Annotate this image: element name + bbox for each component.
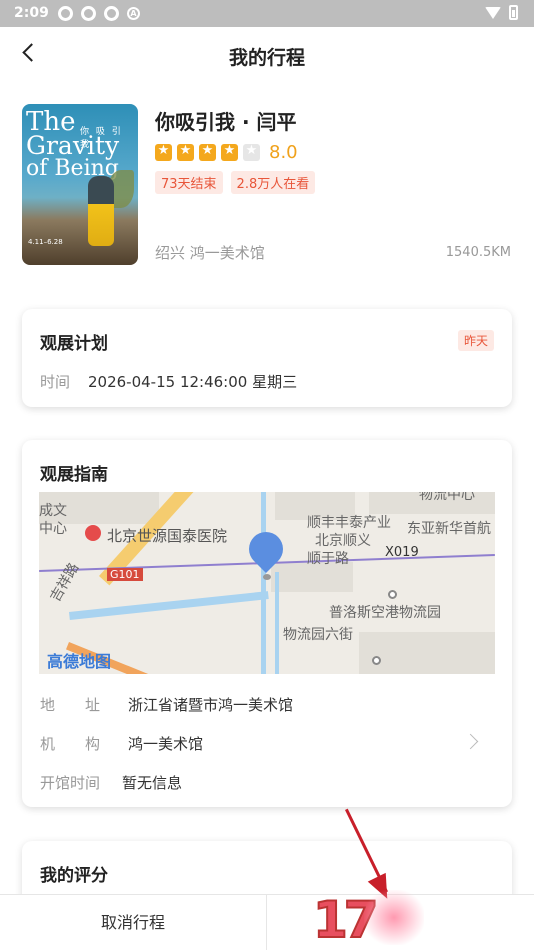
map-label: 成文 bbox=[39, 503, 67, 519]
bottom-divider bbox=[266, 895, 267, 950]
days-left-tag: 73天结束 bbox=[155, 171, 223, 194]
notification-icon bbox=[81, 6, 96, 21]
rating-score: 8.0 bbox=[269, 142, 298, 163]
map-view[interactable]: 成文 中心 北京世源国泰医院 顺丰丰泰产业 北京顺义 顺于路 东亚新华首航 物流… bbox=[39, 492, 495, 674]
org-value[interactable]: 鸿一美术馆 bbox=[128, 733, 203, 754]
plan-card: 观展计划 昨天 时间 2026-04-15 12:46:00 星期三 bbox=[22, 309, 512, 407]
map-river bbox=[275, 572, 279, 674]
my-rating-title: 我的评分 bbox=[40, 866, 108, 886]
map-label: 北京世源国泰医院 bbox=[107, 527, 228, 545]
guide-title: 观展指南 bbox=[40, 465, 108, 485]
plan-time-value: 2026-04-15 12:46:00 星期三 bbox=[88, 373, 298, 391]
map-label: 北京顺义 bbox=[315, 533, 371, 549]
poster-title-line2: Gravity bbox=[26, 131, 120, 160]
map-river bbox=[69, 591, 269, 620]
star-filled-icon bbox=[155, 143, 172, 161]
notification-icons: A bbox=[58, 6, 140, 21]
hours-value: 暂无信息 bbox=[122, 774, 183, 792]
address-label: 地 址 bbox=[40, 696, 101, 714]
map-label: 物流园六街 bbox=[283, 627, 353, 643]
star-filled-icon bbox=[199, 143, 216, 161]
poi-marker-icon bbox=[372, 656, 381, 665]
map-label: 中心 bbox=[39, 521, 67, 537]
plan-title: 观展计划 bbox=[40, 334, 108, 354]
plan-date-badge: 昨天 bbox=[457, 330, 494, 351]
map-label: 普洛斯空港物流园 bbox=[329, 605, 441, 621]
guide-card: 观展指南 成文 中心 北京世源国泰医院 顺丰丰泰产业 北京顺义 顺于路 东亚新华… bbox=[22, 440, 512, 807]
hours-label: 开馆时间 bbox=[40, 774, 101, 792]
a-icon: A bbox=[127, 7, 140, 20]
star-filled-icon bbox=[221, 143, 238, 161]
click-highlight bbox=[364, 890, 424, 945]
star-rating: 8.0 bbox=[155, 142, 298, 163]
location-pin-shadow bbox=[263, 574, 271, 580]
map-label: 顺于路 bbox=[307, 551, 349, 567]
star-empty-icon bbox=[243, 143, 260, 161]
plan-time-label: 时间 bbox=[40, 373, 71, 391]
cancel-trip-button[interactable]: 取消行程 bbox=[0, 895, 266, 950]
exhibition-poster[interactable]: The 你 吸 引 我 Gravity of Being 4.11–6.28 bbox=[22, 104, 138, 265]
poi-marker-icon bbox=[388, 590, 397, 599]
hospital-icon bbox=[85, 525, 101, 541]
bottom-action-bar: 取消行程 bbox=[0, 894, 534, 950]
chevron-right-icon[interactable] bbox=[462, 733, 479, 750]
notification-icon bbox=[104, 6, 119, 21]
map-river bbox=[261, 492, 266, 674]
map-label: 吉祥路 bbox=[47, 560, 83, 605]
poster-figure bbox=[88, 176, 114, 246]
battery-icon bbox=[509, 5, 518, 20]
org-label: 机 构 bbox=[40, 735, 101, 753]
map-label: 东亚新华首航 bbox=[407, 521, 491, 537]
exhibition-tags: 73天结束 2.8万人在看 bbox=[155, 171, 316, 194]
notification-icon bbox=[58, 6, 73, 21]
road-badge: G101 bbox=[107, 568, 143, 581]
poster-dates: 4.11–6.28 bbox=[28, 238, 63, 246]
road-badge: X019 bbox=[385, 545, 419, 560]
city-venue: 绍兴 鸿一美术馆 bbox=[155, 244, 265, 262]
status-bar: 2:09 A bbox=[0, 0, 534, 27]
wifi-icon bbox=[485, 6, 501, 19]
map-label: 物流中心 bbox=[419, 492, 475, 503]
viewers-tag: 2.8万人在看 bbox=[230, 171, 316, 194]
status-time: 2:09 bbox=[14, 5, 49, 21]
nav-bar: 我的行程 bbox=[0, 27, 534, 81]
exhibition-title: 你吸引我 · 闫平 bbox=[155, 110, 297, 134]
amap-logo: 高德地图 bbox=[47, 652, 112, 671]
address-value: 浙江省诸暨市鸿一美术馆 bbox=[128, 696, 294, 714]
map-label: 顺丰丰泰产业 bbox=[307, 515, 391, 531]
star-filled-icon bbox=[177, 143, 194, 161]
map-block bbox=[359, 632, 495, 674]
distance: 1540.5KM bbox=[445, 245, 511, 260]
page-title: 我的行程 bbox=[228, 47, 305, 69]
